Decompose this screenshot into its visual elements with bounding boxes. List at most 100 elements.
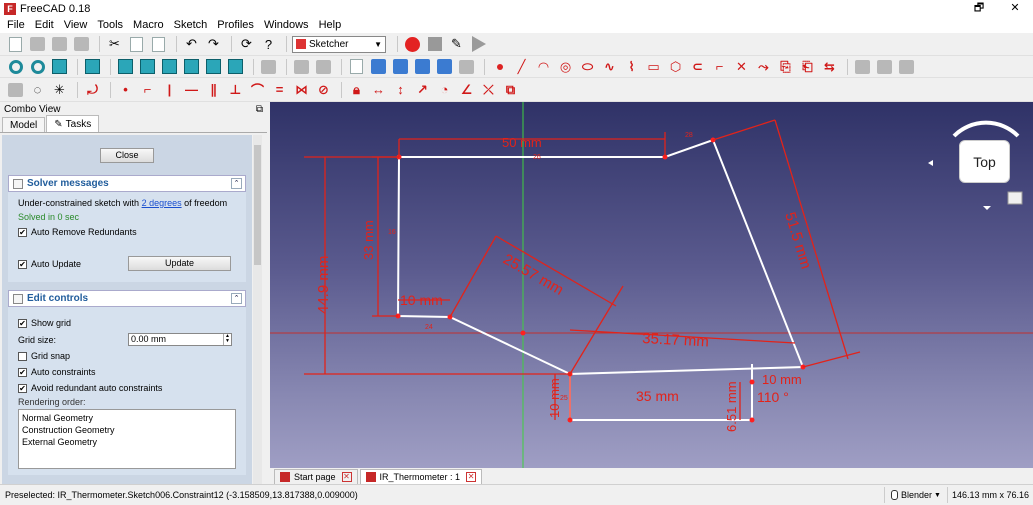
select-tools-icon[interactable]: [853, 58, 872, 76]
auto-update-checkbox[interactable]: ✔: [18, 259, 27, 269]
grid-size-input[interactable]: 0.00 mm ▲ ▼: [128, 333, 232, 346]
spin-arrows-icon[interactable]: ▲ ▼: [223, 334, 231, 345]
view-right-icon[interactable]: [160, 58, 179, 76]
close-window-button[interactable]: ✕: [997, 0, 1033, 17]
view-isometric-icon[interactable]: [83, 58, 102, 76]
close-tab-icon[interactable]: ✕: [466, 472, 477, 482]
degrees-of-freedom-link[interactable]: 2 degrees: [142, 198, 182, 208]
create-conic-icon[interactable]: ⬭: [578, 58, 597, 76]
constrain-symmetric-icon[interactable]: ⋈: [292, 81, 311, 99]
avoid-redundant-checkbox[interactable]: ✔: [18, 383, 27, 393]
clone-icon[interactable]: [897, 58, 916, 76]
macro-stop-icon[interactable]: [425, 35, 444, 53]
create-slot-icon[interactable]: ⊂: [688, 58, 707, 76]
tab-ir-thermometer[interactable]: IR_Thermometer : 1 ✕: [359, 469, 483, 484]
create-rectangle-icon[interactable]: ▭: [644, 58, 663, 76]
constrain-horizontal-icon[interactable]: —: [182, 81, 201, 99]
update-button[interactable]: Update: [128, 256, 231, 271]
sketch-circle-icon[interactable]: ◌: [28, 81, 47, 99]
menu-tools[interactable]: Tools: [92, 17, 128, 33]
redo-icon[interactable]: ↷: [204, 35, 223, 53]
grid-snap-checkbox[interactable]: [18, 351, 27, 361]
constrain-vertical-icon[interactable]: |: [160, 81, 179, 99]
create-polyline-icon[interactable]: ⌇: [622, 58, 641, 76]
external-geometry-icon[interactable]: ⎘: [776, 58, 795, 76]
save-as-icon[interactable]: [72, 35, 91, 53]
navcube-top-face[interactable]: Top: [959, 140, 1010, 183]
constrain-perpendicular-icon[interactable]: ⊥: [226, 81, 245, 99]
avoid-redundant-row[interactable]: ✔ Avoid redundant auto constraints: [18, 382, 236, 394]
carbon-copy-icon[interactable]: ⎗: [798, 58, 817, 76]
scrollbar-thumb[interactable]: [254, 145, 261, 265]
collapse-icon[interactable]: ⌃: [231, 293, 242, 304]
trim-icon[interactable]: ✕: [732, 58, 751, 76]
navigation-style-selector[interactable]: Blender ▼: [883, 487, 947, 503]
view-front-icon[interactable]: [116, 58, 135, 76]
constrain-tangent-icon[interactable]: ⌒: [248, 81, 267, 99]
create-arc-icon[interactable]: ◠: [534, 58, 553, 76]
constrain-horizontal-distance-icon[interactable]: ↔: [369, 81, 388, 99]
list-item[interactable]: External Geometry: [22, 436, 232, 448]
sketch-view-icon[interactable]: ✳: [50, 81, 69, 99]
menu-file[interactable]: File: [2, 17, 30, 33]
auto-remove-redundants-checkbox[interactable]: ✔: [18, 227, 27, 237]
show-grid-checkbox[interactable]: ✔: [18, 318, 27, 328]
cut-icon[interactable]: ✂: [105, 35, 124, 53]
dim-bottom-right-height[interactable]: 6.51 mm: [724, 381, 739, 432]
view-left-icon[interactable]: [226, 58, 245, 76]
task-panel-scrollbar[interactable]: [253, 135, 262, 484]
reorient-sketch-icon[interactable]: [435, 58, 454, 76]
auto-constraints-checkbox[interactable]: ✔: [18, 367, 27, 377]
group-icon[interactable]: [314, 58, 333, 76]
view-bottom-icon[interactable]: [204, 58, 223, 76]
paste-icon[interactable]: [149, 35, 168, 53]
close-tab-icon[interactable]: ✕: [341, 472, 352, 482]
view-top-icon[interactable]: [138, 58, 157, 76]
view-sketch-icon[interactable]: [391, 58, 410, 76]
constrain-vertical-distance-icon[interactable]: ↕: [391, 81, 410, 99]
edit-controls-header[interactable]: Edit controls ⌃: [8, 290, 246, 307]
fit-selection-icon[interactable]: [28, 58, 47, 76]
tab-tasks[interactable]: ✎ Tasks: [46, 115, 100, 132]
create-circle-icon[interactable]: ◎: [556, 58, 575, 76]
menu-macro[interactable]: Macro: [128, 17, 169, 33]
dim-small-right[interactable]: 10 mm: [762, 372, 802, 387]
fillet-icon[interactable]: ⌐: [710, 58, 729, 76]
undo-icon[interactable]: ↶: [182, 35, 201, 53]
copy-icon[interactable]: [127, 35, 146, 53]
symmetry-icon[interactable]: [875, 58, 894, 76]
collapse-icon[interactable]: ⌃: [231, 178, 242, 189]
rendering-order-list[interactable]: Normal Geometry Construction Geometry Ex…: [18, 409, 236, 469]
constrain-parallel-icon[interactable]: ∥: [204, 81, 223, 99]
list-item[interactable]: Construction Geometry: [22, 424, 232, 436]
create-polygon-icon[interactable]: ⬡: [666, 58, 685, 76]
menu-edit[interactable]: Edit: [30, 17, 59, 33]
grid-snap-row[interactable]: Grid snap: [18, 350, 236, 362]
tab-model[interactable]: Model: [2, 117, 46, 132]
create-point-icon[interactable]: [490, 58, 509, 76]
new-sketch-icon[interactable]: [347, 58, 366, 76]
constrain-distance-icon[interactable]: ↗: [413, 81, 432, 99]
dim-outer-height[interactable]: 44.9 mm: [315, 256, 332, 314]
constrain-snell-icon[interactable]: ⤫: [479, 81, 498, 99]
dim-left-height[interactable]: 33 mm: [361, 220, 376, 260]
show-grid-row[interactable]: ✔ Show grid: [18, 317, 236, 329]
validate-sketch-icon[interactable]: [457, 58, 476, 76]
dim-bottom-width[interactable]: 35 mm: [636, 388, 679, 404]
dim-mid-width[interactable]: 35.17 mm: [642, 330, 710, 350]
constrain-coincident-icon[interactable]: •: [116, 81, 135, 99]
refresh-icon[interactable]: ⟳: [237, 35, 256, 53]
save-icon[interactable]: [50, 35, 69, 53]
close-button[interactable]: Close: [100, 147, 154, 163]
auto-constraints-row[interactable]: ✔ Auto constraints: [18, 366, 236, 378]
new-file-icon[interactable]: [6, 35, 25, 53]
list-item[interactable]: Normal Geometry: [22, 412, 232, 424]
toggle-driving-icon[interactable]: ⧉: [501, 81, 520, 99]
menu-profiles[interactable]: Profiles: [212, 17, 259, 33]
draw-style-icon[interactable]: [50, 58, 69, 76]
dim-angle[interactable]: 110 °: [757, 389, 789, 405]
menu-help[interactable]: Help: [314, 17, 347, 33]
restore-button[interactable]: 🗗: [961, 0, 997, 17]
measure-icon[interactable]: [259, 58, 278, 76]
create-line-icon[interactable]: ╱: [512, 58, 531, 76]
